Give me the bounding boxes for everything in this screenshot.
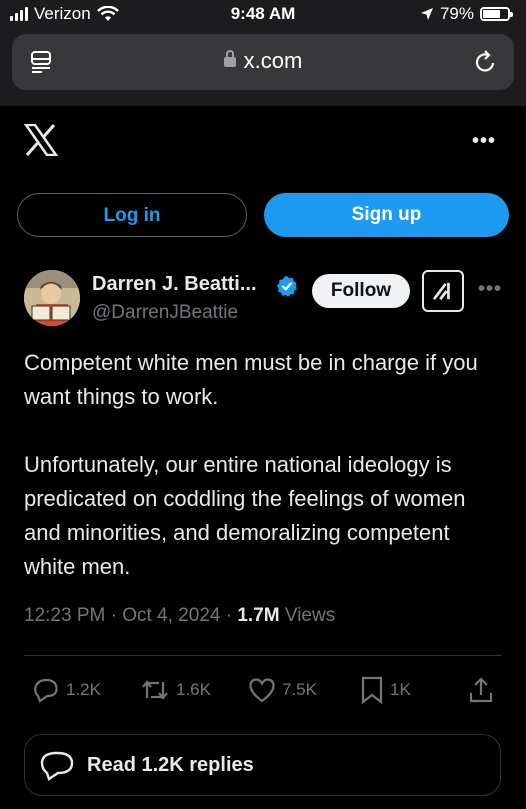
lock-icon (223, 50, 236, 67)
repost-icon (142, 680, 168, 700)
battery-percent: 79% (439, 4, 474, 23)
url-display[interactable]: x.com (12, 48, 514, 74)
location-arrow-icon (420, 8, 433, 20)
tweet-date[interactable]: Oct 4, 2024 (122, 605, 220, 626)
speech-bubble-icon (40, 751, 74, 781)
battery-level (483, 10, 500, 18)
tweet-actions: 1.2K 1.6K 7.5K 1K (0, 672, 526, 708)
repost-count: 1.6K (176, 680, 211, 699)
share-button[interactable] (468, 672, 494, 708)
reload-icon[interactable] (474, 49, 498, 75)
more-menu-icon[interactable]: ••• (472, 130, 496, 153)
tweet-more-icon[interactable]: ••• (478, 278, 502, 301)
heart-icon (249, 678, 275, 703)
status-bar: Verizon 9:48 AM 79% (0, 0, 526, 30)
browser-chrome: Verizon 9:48 AM 79% x.com (0, 0, 526, 106)
read-replies-label: Read 1.2K replies (87, 753, 254, 776)
battery-icon (480, 7, 513, 21)
divider (24, 655, 502, 656)
signup-button[interactable]: Sign up (264, 193, 509, 237)
bookmark-button[interactable]: 1K (360, 672, 411, 708)
read-replies-button[interactable]: Read 1.2K replies (24, 734, 501, 796)
meta-separator: · (225, 605, 233, 626)
url-text: x.com (243, 48, 303, 73)
share-icon (469, 677, 493, 703)
bookmark-icon (361, 676, 383, 704)
address-bar[interactable]: x.com (12, 34, 514, 90)
tweet-text: Competent white men must be in charge if… (24, 350, 478, 579)
reply-icon (33, 678, 58, 703)
like-button[interactable]: 7.5K (248, 672, 317, 708)
tweet-meta: 12:23 PM · Oct 4, 2024 · 1.7M Views (24, 605, 335, 627)
repost-button[interactable]: 1.6K (140, 672, 211, 708)
views-label: Views (284, 605, 336, 626)
reply-button[interactable]: 1.2K (32, 672, 101, 708)
grok-icon[interactable] (422, 270, 464, 312)
tweet-time[interactable]: 12:23 PM (24, 605, 105, 626)
avatar-illustration (24, 270, 80, 326)
views-count: 1.7M (237, 605, 280, 626)
author-name[interactable]: Darren J. Beatti... (92, 273, 257, 296)
x-logo-icon[interactable] (24, 124, 58, 156)
verified-badge-icon (276, 276, 297, 297)
reply-count: 1.2K (66, 680, 101, 699)
follow-button[interactable]: Follow (312, 274, 410, 308)
bookmark-count: 1K (390, 680, 411, 699)
like-count: 7.5K (282, 680, 317, 699)
status-right: 79% (420, 4, 513, 24)
avatar[interactable] (24, 270, 80, 326)
author-handle[interactable]: @DarrenJBeattie (92, 302, 238, 324)
meta-separator: · (110, 605, 117, 626)
login-button[interactable]: Log in (17, 193, 247, 237)
